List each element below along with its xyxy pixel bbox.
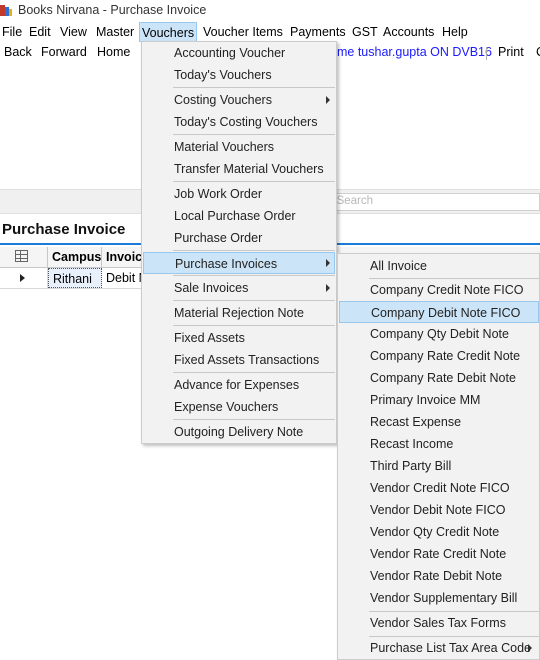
menu-master[interactable]: Master <box>96 25 134 39</box>
menu-item-label: Purchase List Tax Area Code <box>370 641 531 655</box>
menu-item-all-invoice[interactable]: All Invoice <box>339 255 539 277</box>
menu-item-transfer-material-vouchers[interactable]: Transfer Material Vouchers <box>143 158 335 180</box>
submenu-arrow-icon <box>528 644 532 652</box>
app-logo-icon <box>0 5 12 16</box>
menu-item-todays-vouchers[interactable]: Today's Vouchers <box>143 64 335 86</box>
menu-accounts[interactable]: Accounts <box>383 25 434 39</box>
menu-divider <box>173 300 335 301</box>
menu-item-purchase-list-tax-area-code[interactable]: Purchase List Tax Area Code <box>339 637 539 659</box>
menu-item-vendor-debit-note-fico[interactable]: Vendor Debit Note FICO <box>339 499 539 521</box>
menu-item-outgoing-delivery-note[interactable]: Outgoing Delivery Note <box>143 421 335 443</box>
back-button[interactable]: Back <box>4 45 32 59</box>
toolbar-separator <box>486 47 487 60</box>
column-header-invoice[interactable]: Invoic <box>102 247 142 267</box>
menu-item-company-rate-credit-note[interactable]: Company Rate Credit Note <box>339 345 539 367</box>
forward-button[interactable]: Forward <box>41 45 87 59</box>
cell-campus[interactable]: Rithani <box>48 268 102 288</box>
menu-item-recast-expense[interactable]: Recast Expense <box>339 411 539 433</box>
purchase-invoices-submenu: All Invoice Company Credit Note FICO Com… <box>337 253 540 660</box>
menu-item-primary-invoice-mm[interactable]: Primary Invoice MM <box>339 389 539 411</box>
menu-item-vendor-supplementary-bill[interactable]: Vendor Supplementary Bill <box>339 587 539 609</box>
menu-item-company-rate-debit-note[interactable]: Company Rate Debit Note <box>339 367 539 389</box>
menu-item-material-rejection-note[interactable]: Material Rejection Note <box>143 302 335 324</box>
menu-item-third-party-bill[interactable]: Third Party Bill <box>339 455 539 477</box>
grid-select-all-cell[interactable] <box>0 247 48 267</box>
menu-item-costing-vouchers[interactable]: Costing Vouchers <box>143 89 335 111</box>
menu-edit[interactable]: Edit <box>29 25 51 39</box>
menu-item-label: Sale Invoices <box>174 281 249 295</box>
menu-item-vendor-sales-tax-forms[interactable]: Vendor Sales Tax Forms <box>339 612 539 634</box>
menu-item-label: Costing Vouchers <box>174 93 272 107</box>
menu-item-advance-for-expenses[interactable]: Advance for Expenses <box>143 374 335 396</box>
menu-item-company-qty-debit-note[interactable]: Company Qty Debit Note <box>339 323 539 345</box>
cell-invoice[interactable]: Debit N <box>102 268 142 288</box>
menu-vouchers[interactable]: Vouchers <box>139 22 198 42</box>
menu-item-local-purchase-order[interactable]: Local Purchase Order <box>143 205 335 227</box>
grid-icon <box>15 250 28 262</box>
menu-item-purchase-invoices[interactable]: Purchase Invoices <box>143 252 335 274</box>
menu-divider <box>173 325 335 326</box>
menu-divider <box>173 419 335 420</box>
user-info-label: me tushar.gupta ON DVB16 <box>337 45 492 59</box>
menu-item-fixed-assets-transactions[interactable]: Fixed Assets Transactions <box>143 349 335 371</box>
menu-item-recast-income[interactable]: Recast Income <box>339 433 539 455</box>
row-pointer-icon <box>20 274 25 282</box>
title-bar: Books Nirvana - Purchase Invoice <box>0 0 540 22</box>
menu-help[interactable]: Help <box>442 25 468 39</box>
menu-payments[interactable]: Payments <box>290 25 346 39</box>
menu-item-vendor-rate-credit-note[interactable]: Vendor Rate Credit Note <box>339 543 539 565</box>
menu-item-vendor-rate-debit-note[interactable]: Vendor Rate Debit Note <box>339 565 539 587</box>
menu-item-expense-vouchers[interactable]: Expense Vouchers <box>143 396 335 418</box>
submenu-arrow-icon <box>326 96 330 104</box>
menu-bar: File Edit View Master Vouchers Voucher I… <box>0 22 540 43</box>
menu-gst[interactable]: GST <box>352 25 378 39</box>
submenu-arrow-icon <box>326 284 330 292</box>
menu-item-material-vouchers[interactable]: Material Vouchers <box>143 136 335 158</box>
menu-divider <box>173 250 335 251</box>
home-button[interactable]: Home <box>97 45 130 59</box>
search-input[interactable]: o Search <box>320 193 540 211</box>
menu-item-vendor-credit-note-fico[interactable]: Vendor Credit Note FICO <box>339 477 539 499</box>
menu-item-vendor-qty-credit-note[interactable]: Vendor Qty Credit Note <box>339 521 539 543</box>
column-header-campus[interactable]: Campus <box>48 247 102 267</box>
print-button[interactable]: Print <box>498 45 524 59</box>
menu-divider <box>173 134 335 135</box>
menu-file[interactable]: File <box>2 25 22 39</box>
menu-item-accounting-voucher[interactable]: Accounting Voucher <box>143 42 335 64</box>
menu-item-purchase-order[interactable]: Purchase Order <box>143 227 335 249</box>
menu-divider <box>173 372 335 373</box>
menu-divider <box>173 181 335 182</box>
submenu-arrow-icon <box>326 259 330 267</box>
menu-item-todays-costing-vouchers[interactable]: Today's Costing Vouchers <box>143 111 335 133</box>
vouchers-dropdown-menu: Accounting Voucher Today's Vouchers Cost… <box>141 41 337 444</box>
menu-item-fixed-assets[interactable]: Fixed Assets <box>143 327 335 349</box>
menu-divider <box>173 87 335 88</box>
window-title: Books Nirvana - Purchase Invoice <box>18 3 207 17</box>
menu-item-label: Purchase Invoices <box>175 257 278 271</box>
menu-item-sale-invoices[interactable]: Sale Invoices <box>143 277 335 299</box>
menu-view[interactable]: View <box>60 25 87 39</box>
menu-item-company-debit-note-fico[interactable]: Company Debit Note FICO <box>339 301 539 323</box>
page-title: Purchase Invoice <box>2 221 126 238</box>
row-selector[interactable] <box>0 268 48 288</box>
toolbar-overflow-label[interactable]: C <box>536 45 540 59</box>
menu-item-job-work-order[interactable]: Job Work Order <box>143 183 335 205</box>
menu-voucher-items[interactable]: Voucher Items <box>203 25 283 39</box>
menu-item-company-credit-note-fico[interactable]: Company Credit Note FICO <box>339 279 539 301</box>
menu-divider <box>173 275 335 276</box>
